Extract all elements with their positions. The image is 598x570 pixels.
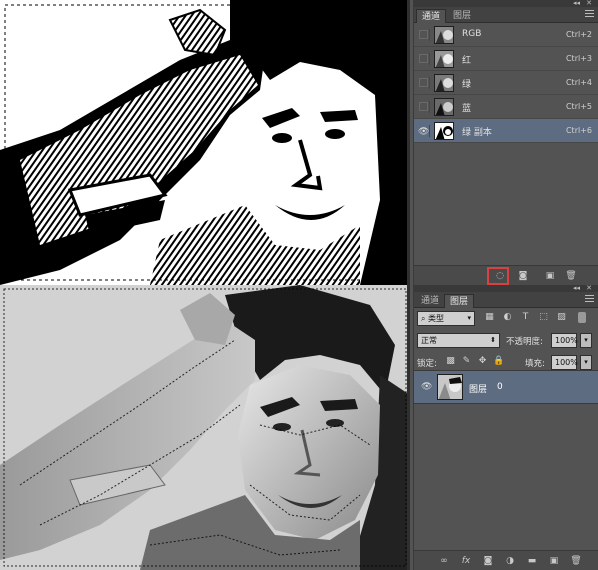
channel-row-blue[interactable]: 蓝 Ctrl+5 [414, 95, 598, 119]
layer-thumbnail [437, 374, 463, 400]
channel-shortcut: Ctrl+6 [565, 126, 592, 135]
visibility-toggle[interactable] [418, 29, 430, 41]
channel-list: RGB Ctrl+2 红 Ctrl+3 绿 Ctrl+4 蓝 Ctrl+5 👁 … [414, 23, 598, 143]
layers-panel: ◂◂ ✕ 通道 图层 ⌕ 类型 ▾ ▦ ◐ T ⬚ ▨ 正常 ⬍ 不透明度: 100 [413, 285, 598, 570]
channel-shortcut: Ctrl+2 [565, 30, 592, 39]
pixel-filter-icon[interactable]: ▦ [484, 312, 495, 323]
channel-shortcut: Ctrl+5 [565, 102, 592, 111]
layer-filter-row: ⌕ 类型 ▾ ▦ ◐ T ⬚ ▨ [414, 308, 598, 328]
panel-tabs: 通道 图层 [414, 292, 598, 308]
link-layers-icon[interactable]: ∞ [438, 555, 450, 567]
channel-row-green-copy[interactable]: 👁 绿 副本 Ctrl+6 [414, 119, 598, 143]
panel-titlebar: ◂◂ ✕ [414, 0, 598, 7]
filter-label: 类型 [428, 314, 445, 323]
fill-input[interactable]: 100% [551, 355, 578, 370]
blend-mode-value: 正常 [421, 336, 437, 345]
lock-label: 锁定: [417, 359, 437, 369]
layers-screenshot: ◂◂ ✕ 通道 图层 ⌕ 类型 ▾ ▦ ◐ T ⬚ ▨ 正常 ⬍ 不透明度: 100 [0, 285, 598, 570]
grayscale-portrait [0, 285, 407, 570]
lock-position-icon[interactable]: ✥ [477, 356, 488, 367]
fill-label: 填充: [525, 359, 545, 369]
layer-index: 0 [497, 382, 503, 392]
lock-all-icon[interactable]: 🔒 [493, 356, 504, 367]
shape-filter-icon[interactable]: ⬚ [538, 312, 549, 323]
new-channel-icon[interactable]: ▣ [544, 270, 556, 282]
channels-screenshot: ◂◂ ✕ 通道 图层 RGB Ctrl+2 红 Ctrl+3 绿 Ctrl+4 … [0, 0, 598, 285]
panel-tabs: 通道 图层 [414, 7, 598, 23]
type-filter-icon[interactable]: T [520, 312, 531, 323]
channels-panel-footer: ◌ ◙ ▣ 🗑 [414, 265, 598, 285]
visibility-toggle[interactable] [418, 101, 430, 113]
panel-menu-icon[interactable] [585, 10, 594, 19]
channel-row-rgb[interactable]: RGB Ctrl+2 [414, 23, 598, 47]
close-icon[interactable]: ✕ [586, 0, 592, 7]
high-contrast-portrait [0, 0, 407, 285]
channel-row-green[interactable]: 绿 Ctrl+4 [414, 71, 598, 95]
delete-layer-icon[interactable]: 🗑 [570, 555, 582, 567]
visibility-toggle[interactable] [418, 53, 430, 65]
tab-channels[interactable]: 通道 [416, 294, 444, 308]
channel-shortcut: Ctrl+3 [565, 54, 592, 63]
double-arrow-icon[interactable]: ◂◂ [573, 0, 580, 7]
double-arrow-icon[interactable]: ◂◂ [573, 285, 580, 292]
panel-titlebar: ◂◂ ✕ [414, 285, 598, 292]
smart-object-filter-icon[interactable]: ▨ [556, 312, 567, 323]
channel-row-red[interactable]: 红 Ctrl+3 [414, 47, 598, 71]
add-mask-icon[interactable]: ◙ [482, 555, 494, 567]
layer-name: 图层 [469, 385, 488, 395]
document-canvas-bottom[interactable] [0, 285, 410, 570]
adjustment-layer-icon[interactable]: ◑ [504, 555, 516, 567]
tab-layers[interactable]: 图层 [444, 294, 475, 308]
new-group-icon[interactable]: ▬ [526, 555, 538, 567]
fx-icon[interactable]: fx [460, 555, 472, 567]
channel-thumbnail [434, 74, 454, 92]
blend-mode-dropdown[interactable]: 正常 ⬍ [417, 333, 500, 348]
layer-row[interactable]: 👁 图层 0 [414, 370, 598, 404]
load-channel-as-selection-icon[interactable]: ◌ [494, 270, 506, 282]
channel-name: 蓝 [462, 104, 472, 114]
lock-image-icon[interactable]: ✎ [461, 356, 472, 367]
lock-row: 锁定: ▩ ✎ ✥ 🔒 填充: 100% ▾ [414, 352, 598, 372]
tab-channels[interactable]: 通道 [416, 9, 447, 23]
channel-thumbnail [434, 98, 454, 116]
lock-transparency-icon[interactable]: ▩ [445, 356, 456, 367]
layers-panel-footer: ∞ fx ◙ ◑ ▬ ▣ 🗑 [414, 550, 598, 570]
filter-toggle-icon[interactable] [578, 312, 586, 323]
channel-name: 红 [462, 56, 472, 66]
channel-thumbnail [434, 26, 454, 44]
channel-name: RGB [462, 29, 482, 39]
channel-thumbnail [434, 50, 454, 68]
opacity-input[interactable]: 100% [551, 333, 578, 348]
channel-name: 绿 副本 [462, 128, 492, 138]
blend-row: 正常 ⬍ 不透明度: 100% ▾ [414, 330, 598, 350]
opacity-stepper[interactable]: ▾ [580, 333, 592, 348]
fill-stepper[interactable]: ▾ [580, 355, 592, 370]
visibility-toggle[interactable]: 👁 [418, 125, 430, 137]
channel-name: 绿 [462, 80, 472, 90]
filter-type-dropdown[interactable]: ⌕ 类型 ▾ [417, 311, 475, 326]
visibility-toggle[interactable] [418, 77, 430, 89]
document-canvas-top[interactable] [0, 0, 410, 285]
tab-layers[interactable]: 图层 [448, 9, 476, 23]
close-icon[interactable]: ✕ [586, 285, 592, 292]
channels-panel: ◂◂ ✕ 通道 图层 RGB Ctrl+2 红 Ctrl+3 绿 Ctrl+4 … [413, 0, 598, 285]
eye-icon: 👁 [418, 127, 430, 137]
delete-channel-icon[interactable]: 🗑 [565, 270, 577, 282]
eye-icon[interactable]: 👁 [421, 382, 432, 392]
save-selection-as-channel-icon[interactable]: ◙ [517, 270, 529, 282]
search-icon: ⌕ [421, 314, 429, 323]
opacity-label: 不透明度: [506, 337, 543, 347]
adjustment-filter-icon[interactable]: ◐ [502, 312, 513, 323]
panel-menu-icon[interactable] [585, 295, 594, 304]
channel-thumbnail [434, 122, 454, 140]
new-layer-icon[interactable]: ▣ [548, 555, 560, 567]
channel-shortcut: Ctrl+4 [565, 78, 592, 87]
